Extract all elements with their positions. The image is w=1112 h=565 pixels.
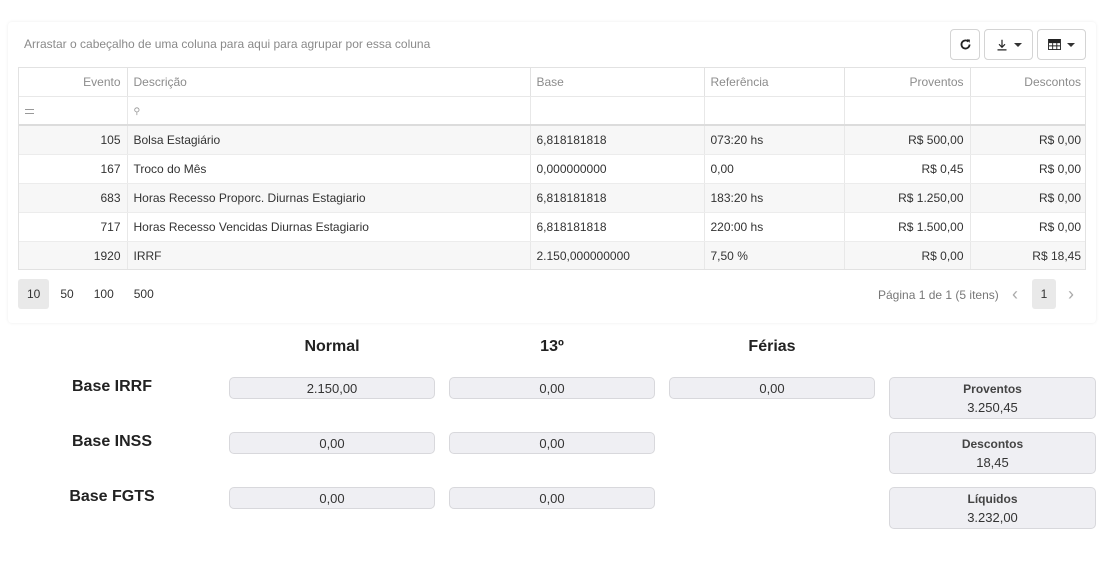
cell-proventos: R$ 0,45 <box>844 154 971 184</box>
total-proventos-value: 3.250,45 <box>967 399 1018 415</box>
column-header-descricao[interactable]: Descrição <box>127 68 531 97</box>
cell-descricao: IRRF <box>127 241 531 269</box>
inss-normal-field: 0,00 <box>229 432 435 454</box>
cell-descricao: Bolsa Estagiário <box>127 125 531 155</box>
total-proventos-label: Proventos <box>963 381 1022 396</box>
column-title-13: 13º <box>540 338 564 355</box>
cell-evento: 105 <box>19 125 128 155</box>
filter-cell-descricao[interactable]: ⚲ <box>127 96 531 126</box>
cell-evento: 717 <box>19 212 128 242</box>
filter-cell-evento[interactable] <box>19 96 128 126</box>
cell-descontos: R$ 0,00 <box>970 125 1085 155</box>
chevron-right-icon[interactable]: › <box>1064 282 1078 306</box>
column-chooser-button[interactable] <box>1037 29 1086 60</box>
cell-proventos: R$ 0,00 <box>844 241 971 269</box>
filter-row: ⚲ <box>19 96 1085 126</box>
cell-base: 6,818181818 <box>530 212 705 242</box>
column-header-base[interactable]: Base <box>530 68 705 97</box>
irrf-normal-field: 2.150,00 <box>229 377 435 399</box>
column-header-descontos[interactable]: Descontos <box>970 68 1085 97</box>
table-row[interactable]: 717 Horas Recesso Vencidas Diurnas Estag… <box>19 212 1085 242</box>
cell-descontos: R$ 0,00 <box>970 154 1085 184</box>
column-header-referencia[interactable]: Referência <box>704 68 845 97</box>
filter-cell-proventos[interactable] <box>844 96 971 126</box>
cell-base: 6,818181818 <box>530 183 705 213</box>
row-label-irrf: Base IRRF <box>71 378 153 395</box>
refresh-icon <box>960 39 970 50</box>
chevron-left-icon[interactable]: ‹ <box>1008 282 1022 306</box>
cell-proventos: R$ 1.250,00 <box>844 183 971 213</box>
cell-evento: 167 <box>19 154 128 184</box>
cell-descricao: Horas Recesso Vencidas Diurnas Estagiari… <box>127 212 531 242</box>
refresh-button[interactable] <box>950 29 980 60</box>
total-descontos-value: 18,45 <box>976 454 1009 470</box>
cell-referencia: 0,00 <box>704 154 845 184</box>
cell-descontos: R$ 0,00 <box>970 183 1085 213</box>
table-row[interactable]: 683 Horas Recesso Proporc. Diurnas Estag… <box>19 183 1085 213</box>
data-grid: Evento Descrição Base Referência Provent… <box>18 67 1086 270</box>
cell-descontos: R$ 18,45 <box>970 241 1085 269</box>
irrf-13-field: 0,00 <box>449 377 655 399</box>
total-proventos-box: Proventos 3.250,45 <box>889 377 1096 419</box>
filter-cell-base[interactable] <box>530 96 705 126</box>
page-size-100[interactable]: 100 <box>85 279 123 309</box>
cell-evento: 683 <box>19 183 128 213</box>
column-title-ferias: Férias <box>748 338 796 355</box>
cell-evento: 1920 <box>19 241 128 269</box>
cell-proventos: R$ 1.500,00 <box>844 212 971 242</box>
equals-filter-icon[interactable] <box>25 109 34 115</box>
cell-base: 2.150,000000000 <box>530 241 705 269</box>
cell-referencia: 183:20 hs <box>704 183 845 213</box>
total-liquidos-value: 3.232,00 <box>967 509 1018 525</box>
table-row[interactable]: 1920 IRRF 2.150,000000000 7,50 % R$ 0,00… <box>19 241 1085 269</box>
page-size-500[interactable]: 500 <box>125 279 163 309</box>
export-button[interactable] <box>984 29 1033 60</box>
cell-descricao: Horas Recesso Proporc. Diurnas Estagiari… <box>127 183 531 213</box>
search-filter-icon[interactable]: ⚲ <box>134 106 141 117</box>
payroll-grid-panel: Arrastar o cabeçalho de uma coluna para … <box>8 22 1096 323</box>
download-icon <box>997 39 1006 50</box>
page-size-10[interactable]: 10 <box>18 279 50 309</box>
cell-proventos: R$ 500,00 <box>844 125 971 155</box>
page-number-button[interactable]: 1 <box>1032 279 1056 309</box>
cell-base: 0,000000000 <box>530 154 705 184</box>
cell-referencia: 7,50 % <box>704 241 845 269</box>
table-row[interactable]: 167 Troco do Mês 0,000000000 0,00 R$ 0,4… <box>19 154 1085 184</box>
row-label-inss: Base INSS <box>71 433 153 450</box>
cell-descontos: R$ 0,00 <box>970 212 1085 242</box>
cell-base: 6,818181818 <box>530 125 705 155</box>
group-panel-hint[interactable]: Arrastar o cabeçalho de uma coluna para … <box>24 37 430 51</box>
chevron-down-icon <box>1013 42 1022 47</box>
grid-columns-icon <box>1048 39 1061 50</box>
table-row[interactable]: 105 Bolsa Estagiário 6,818181818 073:20 … <box>19 125 1085 155</box>
total-liquidos-box: Líquidos 3.232,00 <box>889 487 1096 529</box>
page-size-selector: 10 50 100 500 <box>18 279 163 309</box>
irrf-ferias-field: 0,00 <box>669 377 875 399</box>
total-liquidos-label: Líquidos <box>967 491 1018 506</box>
page-info: Página 1 de 1 (5 itens) <box>878 288 999 302</box>
page-size-50[interactable]: 50 <box>51 279 82 309</box>
filter-cell-descontos[interactable] <box>970 96 1085 126</box>
column-header-proventos[interactable]: Proventos <box>844 68 971 97</box>
inss-13-field: 0,00 <box>449 432 655 454</box>
total-descontos-label: Descontos <box>961 436 1024 451</box>
fgts-13-field: 0,00 <box>449 487 655 509</box>
column-header-evento[interactable]: Evento <box>19 68 128 97</box>
fgts-normal-field: 0,00 <box>229 487 435 509</box>
cell-referencia: 220:00 hs <box>704 212 845 242</box>
column-title-normal: Normal <box>304 338 360 355</box>
cell-referencia: 073:20 hs <box>704 125 845 155</box>
row-label-fgts: Base FGTS <box>69 488 155 505</box>
cell-descricao: Troco do Mês <box>127 154 531 184</box>
total-descontos-box: Descontos 18,45 <box>889 432 1096 474</box>
chevron-down-icon <box>1067 42 1075 47</box>
filter-cell-referencia[interactable] <box>704 96 845 126</box>
